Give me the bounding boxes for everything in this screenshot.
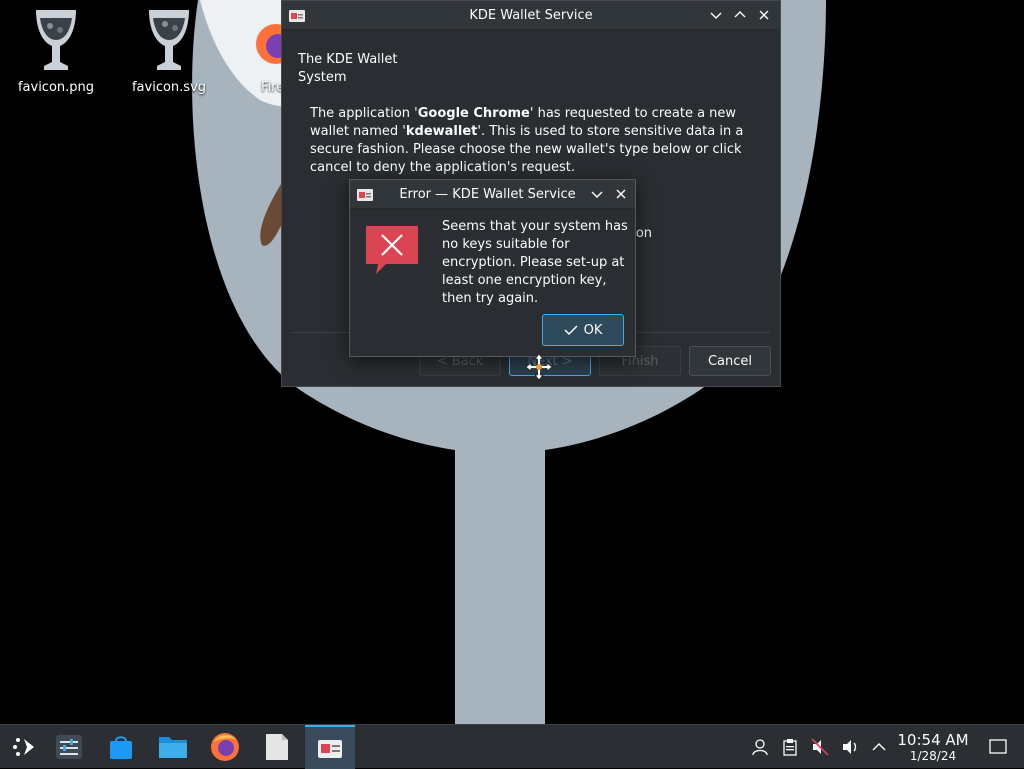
- ok-label: OK: [583, 322, 603, 338]
- chevron-up-icon: [734, 11, 746, 18]
- clock-time: 10:54 AM: [897, 731, 969, 749]
- desktop-icon-favicon-svg[interactable]: favicon.svg: [124, 8, 214, 95]
- wizard-description: The application 'Google Chrome' has requ…: [310, 105, 760, 177]
- wine-glass-icon: [149, 10, 189, 70]
- tray-user[interactable]: [747, 725, 773, 769]
- ok-button[interactable]: OK: [542, 314, 624, 346]
- show-desktop-button[interactable]: [985, 725, 1011, 769]
- chevron-down-icon: [710, 12, 722, 19]
- speaker-icon: [843, 740, 857, 754]
- taskbar-system-settings[interactable]: [44, 725, 94, 769]
- wizard-heading: The KDE Wallet System: [298, 52, 398, 85]
- application-launcher[interactable]: [0, 725, 50, 769]
- close-icon: [616, 189, 626, 199]
- desktop-icon-label: favicon.svg: [131, 80, 207, 95]
- close-icon: [759, 10, 769, 20]
- chevron-up-icon: [872, 743, 886, 751]
- chevron-down-icon: [591, 191, 603, 198]
- desktop-icon-firefox[interactable]: Fire: [236, 8, 286, 95]
- firefox-icon: [211, 733, 239, 761]
- cancel-button[interactable]: Cancel: [689, 346, 771, 376]
- show-desktop-icon: [989, 739, 1007, 754]
- shopping-bag-icon: [110, 736, 132, 759]
- launcher-icon: [13, 738, 34, 756]
- move-cursor-icon: [525, 353, 553, 381]
- error-window-title: Error — KDE Wallet Service: [399, 186, 576, 202]
- digital-clock[interactable]: 10:54 AM 1/28/24: [893, 731, 973, 763]
- taskbar-dolphin[interactable]: [148, 725, 198, 769]
- kwallet-icon: [318, 740, 342, 758]
- kwallet-icon: [357, 189, 373, 201]
- speaker-muted-icon: [811, 738, 829, 756]
- settings-sliders-icon: [56, 735, 82, 759]
- error-dialog: Error — KDE Wallet Service Seems that yo…: [349, 179, 636, 357]
- app-name: Google Chrome: [417, 106, 530, 121]
- taskbar-firefox[interactable]: [200, 725, 250, 769]
- minimize-button[interactable]: [587, 184, 607, 204]
- tray-volume[interactable]: [837, 725, 863, 769]
- taskbar-discover[interactable]: [96, 725, 146, 769]
- desktop-icon-favicon-png[interactable]: favicon.png: [11, 8, 101, 95]
- maximize-button[interactable]: [730, 5, 750, 25]
- checkmark-icon: [564, 325, 578, 336]
- folder-icon: [159, 737, 187, 758]
- taskbar-text-file[interactable]: [252, 725, 302, 769]
- desktop-icon-label: Fire: [261, 80, 285, 95]
- error-message: Seems that your system has no keys suita…: [442, 219, 628, 306]
- minimize-button[interactable]: [706, 5, 726, 25]
- clock-date: 1/28/24: [909, 749, 957, 763]
- desktop-icon-label: favicon.png: [17, 80, 95, 95]
- tray-audio-muted[interactable]: [807, 725, 833, 769]
- error-titlebar[interactable]: Error — KDE Wallet Service: [350, 180, 635, 209]
- description-text: The application ': [310, 106, 418, 121]
- wallet-titlebar[interactable]: KDE Wallet Service: [282, 1, 780, 30]
- document-icon: [266, 734, 288, 760]
- tray-clipboard[interactable]: [777, 725, 803, 769]
- wallet-name: kdewallet: [405, 124, 478, 139]
- wine-glass-icon: [36, 10, 76, 70]
- tray-expand[interactable]: [866, 725, 892, 769]
- clipboard-icon: [783, 739, 797, 756]
- taskbar: 10:54 AM 1/28/24: [0, 724, 1024, 769]
- user-icon: [752, 739, 768, 756]
- kwallet-icon: [289, 10, 305, 22]
- close-button[interactable]: [611, 184, 631, 204]
- taskbar-kwallet[interactable]: [305, 725, 355, 769]
- error-icon: [366, 226, 418, 274]
- close-button[interactable]: [754, 5, 774, 25]
- window-title: KDE Wallet Service: [469, 7, 593, 23]
